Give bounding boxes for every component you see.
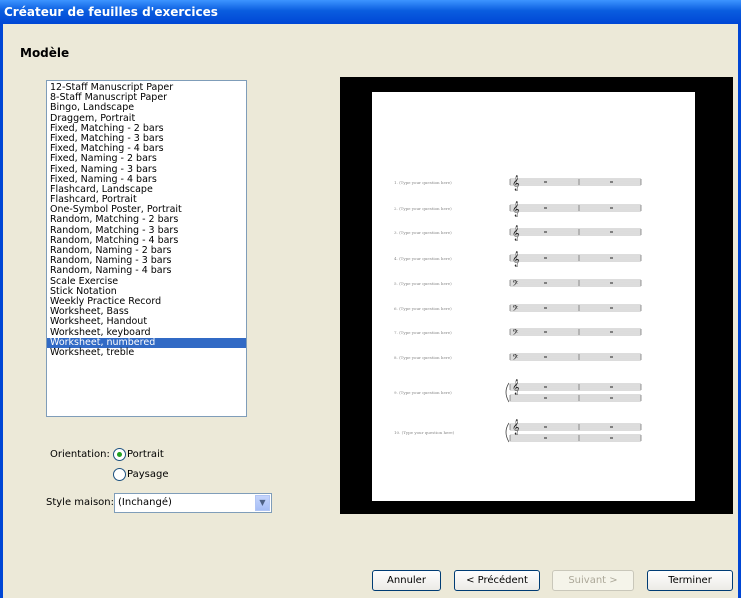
grand-staff-icon: 𝄞: [505, 380, 642, 403]
preview-question: 4. (Type your question here): [394, 256, 452, 261]
cancel-button[interactable]: Annuler: [372, 570, 441, 591]
svg-text:𝄢: 𝄢: [512, 329, 519, 340]
svg-text:𝄞: 𝄞: [512, 202, 520, 217]
preview-question: 3. (Type your question here): [394, 230, 452, 235]
svg-text:𝄢: 𝄢: [512, 305, 519, 316]
svg-text:𝄞: 𝄞: [512, 420, 520, 435]
template-list: 12-Staff Manuscript Paper 8-Staff Manuscr…: [47, 81, 246, 358]
previous-button[interactable]: < Précédent: [454, 570, 540, 591]
finish-button[interactable]: Terminer: [647, 570, 733, 591]
svg-text:𝄞: 𝄞: [512, 226, 520, 241]
preview-question: 10. (Type your question here): [394, 430, 455, 435]
preview-page: 𝄞 𝄞 𝄞 𝄞 𝄢 𝄢 𝄢 𝄢 𝄞 𝄞 1. (Type your question here) 2…: [372, 92, 695, 501]
title-bar: Créateur de feuilles d'exercices: [0, 0, 741, 24]
svg-text:𝄞: 𝄞: [512, 176, 520, 191]
preview-question: 2. (Type your question here): [394, 206, 452, 211]
preview-question: 8. (Type your question here): [394, 355, 452, 360]
orientation-label: Orientation:: [50, 449, 110, 460]
landscape-radio[interactable]: [113, 468, 126, 481]
house-style-value: (Inchangé): [118, 497, 172, 508]
treble-clef-icon: 𝄞: [509, 226, 642, 241]
next-button[interactable]: Suivant >: [552, 570, 634, 591]
house-style-select[interactable]: (Inchangé) ▼: [114, 493, 272, 513]
template-item[interactable]: Fixed, Naming - 2 bars: [47, 154, 246, 164]
window-frame-left: [0, 24, 3, 598]
svg-text:𝄞: 𝄞: [512, 252, 520, 267]
bass-clef-icon: 𝄢: [509, 279, 642, 291]
bass-clef-icon: 𝄢: [509, 304, 642, 316]
section-title: Modèle: [20, 46, 70, 60]
chevron-down-icon[interactable]: ▼: [255, 495, 270, 511]
svg-text:𝄞: 𝄞: [512, 380, 520, 395]
template-item[interactable]: Worksheet, treble: [47, 347, 246, 358]
treble-clef-icon: 𝄞: [509, 202, 642, 217]
svg-text:𝄢: 𝄢: [512, 280, 519, 291]
bass-clef-icon: 𝄢: [509, 328, 642, 340]
treble-clef-icon: 𝄞: [509, 176, 642, 191]
preview-question: 7. (Type your question here): [394, 330, 452, 335]
template-listbox[interactable]: 12-Staff Manuscript Paper 8-Staff Manuscr…: [46, 80, 247, 417]
preview-staffs: 𝄞 𝄞 𝄞 𝄞 𝄢 𝄢 𝄢 𝄢 𝄞 𝄞: [505, 176, 642, 443]
portrait-label[interactable]: Portrait: [127, 449, 164, 460]
template-preview: 𝄞 𝄞 𝄞 𝄞 𝄢 𝄢 𝄢 𝄢 𝄞 𝄞 1. (Type your question here) 2…: [340, 77, 733, 514]
template-item[interactable]: Worksheet, Handout: [47, 317, 246, 327]
preview-question: 1. (Type your question here): [394, 180, 452, 185]
window-title: Créateur de feuilles d'exercices: [4, 5, 218, 19]
preview-question: 9. (Type your question here): [394, 390, 452, 395]
radio-selected-dot: [117, 452, 122, 457]
landscape-label[interactable]: Paysage: [127, 469, 168, 480]
grand-staff-icon: 𝄞: [505, 420, 642, 443]
bass-clef-icon: 𝄢: [509, 353, 642, 365]
house-style-label: Style maison:: [46, 497, 114, 508]
preview-question: 5. (Type your question here): [394, 281, 452, 286]
treble-clef-icon: 𝄞: [509, 252, 642, 267]
preview-question: 6. (Type your question here): [394, 306, 452, 311]
svg-text:𝄢: 𝄢: [512, 354, 519, 365]
portrait-radio[interactable]: [113, 448, 126, 461]
